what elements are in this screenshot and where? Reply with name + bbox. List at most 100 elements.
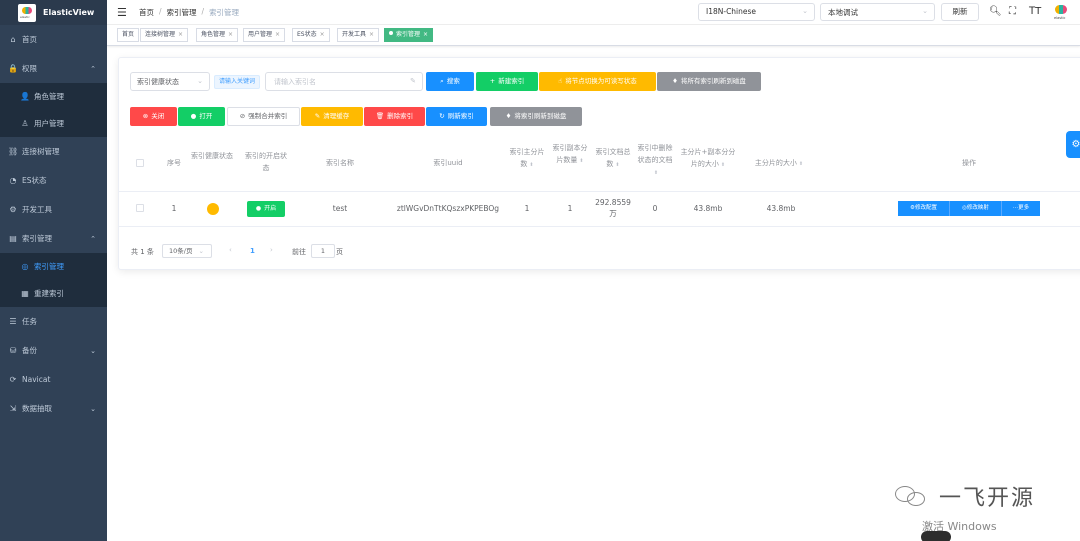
backup-icon: ⛁ [9,346,17,355]
clear-cache-button-label: 清理缓存 [323,112,350,120]
tag-index-manage[interactable]: 索引管理 × [384,28,434,42]
tool-icon: ⚙ [9,205,17,214]
chevron-up-icon: ⌃ [90,234,96,243]
page-size-value: 10条/页 [169,247,193,255]
sort-icon[interactable]: ⬍ [654,170,658,176]
sidebar-item-label: 数据抽取 [22,404,52,413]
hamburger-icon[interactable]: ☰ [117,6,129,19]
sidebar-item[interactable]: ⌂ 首页 [0,25,107,54]
open-index-button[interactable]: ● 打开 [178,107,225,126]
row-primary-size: 43.8mb [766,204,796,213]
tag-home[interactable]: 首页 [117,28,140,42]
close-index-button[interactable]: ⊗ 关闭 [130,107,177,126]
sort-icon[interactable]: ⬍ [529,162,533,168]
sort-icon[interactable]: ⬍ [579,158,583,164]
fullscreen-icon[interactable]: ⛶ [1009,6,1016,17]
switch-writable-button[interactable]: ☝ 将节点切换为可读写状态 [539,72,656,91]
current-page[interactable]: 1 [250,247,255,255]
col-total-size[interactable]: 主分片+副本分分片的大小 ⬍ [679,146,737,171]
font-size-icon[interactable]: ꓔT [1029,6,1041,17]
col-doc-count[interactable]: 索引文档总数 ⬍ [594,146,632,171]
search-button-label: 搜索 [446,77,460,85]
flush-all-button[interactable]: ♦ 将所有索引刷新到磁盘 [657,72,761,91]
col-replica-shards[interactable]: 索引副本分片数量 ⬍ [552,142,588,167]
prev-page-icon[interactable]: ‹ [229,246,232,254]
close-icon[interactable]: × [423,31,428,38]
close-icon[interactable]: × [369,31,374,38]
sidebar-item[interactable]: ♙ 用户管理 [0,110,107,137]
force-merge-button[interactable]: ⊘ 强制合并索引 [227,107,300,126]
sidebar-item[interactable]: 🔒 权限 ⌃ [0,54,107,83]
keyword-chip[interactable]: 请输入关键词 [214,75,261,89]
edit-mapping-button[interactable]: ◎修改映射 [950,201,1002,216]
hand-icon: ☝ [558,77,563,85]
search-icon[interactable]: 🔍︎ [989,6,1002,17]
sort-icon[interactable]: ⬍ [799,161,803,167]
search-button[interactable]: ⌕ 搜索 [426,72,474,91]
more-button[interactable]: ···更多 [1002,201,1040,216]
flush-index-button[interactable]: ♦ 将索引刷新到磁盘 [490,107,582,126]
col-health[interactable]: 索引健康状态 [191,150,233,162]
sidebar-item[interactable]: ◔ ES状态 [0,166,107,195]
sidebar-item[interactable]: ◎ 索引管理 [0,253,107,280]
col-health-label: 索引健康状态 [191,152,233,160]
delete-index-button[interactable]: 🗑︎ 删除索引 [364,107,425,126]
sidebar-item[interactable]: ▤ 索引管理 ⌃ [0,224,107,253]
brand[interactable]: ElasticView [0,0,107,25]
close-icon[interactable]: × [178,31,183,38]
avatar[interactable] [1051,3,1071,23]
health-status-select[interactable]: 索引健康状态 ⌄ [130,72,210,91]
page-size-select[interactable]: 10条/页 ⌄ [162,244,212,258]
index-search-input[interactable]: 请输入索引名 ✎ [265,72,423,91]
index-state-badge[interactable]: ● 开启 [247,201,285,217]
new-index-button-label: 新建索引 [498,77,525,85]
close-icon[interactable]: × [320,31,325,38]
refresh-icon: ↻ [439,112,445,120]
chevron-down-icon: ⌄ [197,77,203,85]
navbar: ☰ 首页 / 索引管理 / 索引管理 I18N-Chinese ⌄ 本地调试 ⌄… [107,0,1080,25]
sidebar-item[interactable]: ⛓ 连接树管理 [0,137,107,166]
sort-icon[interactable]: ⬍ [615,162,619,168]
col-primary-size[interactable]: 主分片的大小 ⬍ [747,157,811,170]
sidebar-item[interactable]: ▦ 重建索引 [0,280,107,307]
close-icon[interactable]: × [228,31,233,38]
sidebar-item-label: 权限 [22,64,37,73]
sidebar-item[interactable]: ⟳ Navicat [0,365,107,394]
connection-select[interactable]: 本地调试 ⌄ [820,3,935,21]
select-all-checkbox[interactable] [136,159,144,167]
tag-user[interactable]: 用户管理 × [243,28,286,42]
sidebar-item[interactable]: ⚙ 开发工具 [0,195,107,224]
edit-icon: ✎ [314,112,321,120]
sidebar-item[interactable]: ☰ 任务 [0,307,107,336]
tag-label: 角色管理 [201,31,226,38]
close-icon[interactable]: × [275,31,280,38]
next-page-icon[interactable]: › [270,246,273,254]
refresh-index-button[interactable]: ↻ 刷新索引 [426,107,487,126]
sidebar-item-label: 开发工具 [22,205,52,214]
breadcrumb-separator: / [201,6,205,16]
sidebar-item[interactable]: 👤 角色管理 [0,83,107,110]
language-select[interactable]: I18N-Chinese ⌄ [698,3,815,21]
new-index-button[interactable]: + 新建索引 [476,72,538,91]
row-checkbox[interactable] [136,204,144,212]
col-open-state[interactable]: 索引的开启状态 [242,150,290,174]
breadcrumb-item[interactable]: 索引管理 [167,7,197,18]
col-deleted-docs[interactable]: 索引中删除状态的文档 ⬍ [637,142,673,179]
sidebar-item[interactable]: ⇲ 数据抽取 ⌄ [0,394,107,423]
tag-connection-tree[interactable]: 连接树管理 × [140,28,189,42]
tag-es-status[interactable]: ES状态 × [292,28,330,42]
sidebar-item[interactable]: ⛁ 备份 ⌄ [0,336,107,365]
task-icon: ☰ [9,317,17,326]
tag-label: 连接树管理 [145,31,176,38]
sort-icon[interactable]: ⬍ [721,162,725,168]
col-primary-shards[interactable]: 索引主分片数 ⬍ [509,146,545,171]
settings-float-button[interactable]: ⚙ [1066,131,1080,158]
edit-settings-button[interactable]: ⚙修改配置 [898,201,950,216]
refresh-button[interactable]: 刷新 [941,3,979,21]
sidebar: ElasticView ⌂ 首页 🔒 权限 ⌃ 👤 角色管理 ♙ 用户管理 ⛓连接树管理 ◔ ES状态… [0,0,107,541]
tag-role[interactable]: 角色管理 × [196,28,239,42]
goto-page-input[interactable]: 1 [311,244,335,258]
breadcrumb-item[interactable]: 首页 [139,7,154,18]
clear-cache-button[interactable]: ✎ 清理缓存 [301,107,363,126]
tag-dev-tools[interactable]: 开发工具 × [337,28,380,42]
